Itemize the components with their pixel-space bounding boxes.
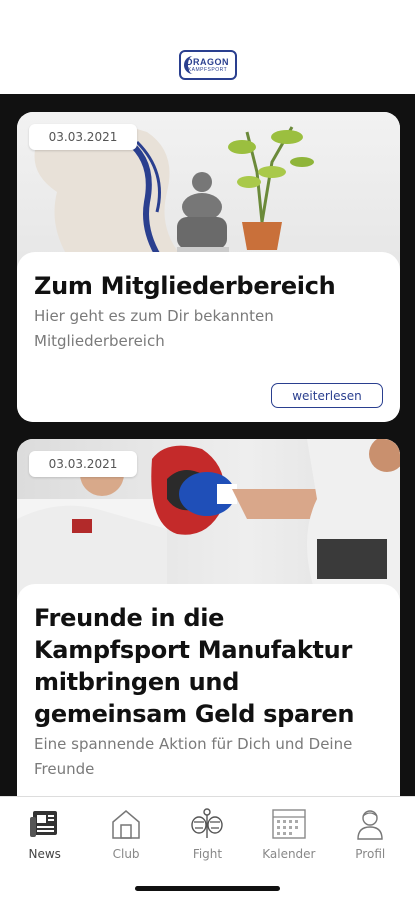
- bottom-tab-bar: News Club Fight Kalender Profil: [0, 796, 415, 900]
- news-feed[interactable]: 03.03.2021 Zum Mitgliederbereich Hier ge…: [0, 94, 415, 796]
- tab-profil[interactable]: Profil: [332, 807, 408, 900]
- newspaper-icon: [28, 807, 62, 841]
- app-header: DRAGON KAMPFSPORT: [0, 0, 415, 94]
- date-badge: 03.03.2021: [29, 124, 137, 150]
- card-excerpt: Hier geht es zum Dir bekannten Mitgliede…: [34, 307, 274, 350]
- dragon-logo[interactable]: DRAGON KAMPFSPORT: [178, 50, 237, 80]
- card-title[interactable]: Zum Mitgliederbereich: [34, 270, 383, 302]
- card-title[interactable]: Freunde in die Kampfsport Manufaktur mit…: [34, 602, 383, 730]
- tab-label: Profil: [355, 847, 386, 861]
- dragon-swoosh-icon: [183, 56, 196, 74]
- news-card[interactable]: 03.03.2021 Freunde in die Kampfsport Man…: [17, 439, 400, 796]
- tab-label: Club: [112, 847, 140, 861]
- card-excerpt: Eine spannende Aktion für Dich und Deine…: [34, 735, 353, 778]
- tab-label: News: [28, 847, 61, 861]
- tab-label: Kalender: [262, 847, 316, 861]
- tab-news[interactable]: News: [7, 807, 83, 900]
- tab-label: Fight: [192, 847, 223, 861]
- news-card[interactable]: 03.03.2021 Zum Mitgliederbereich Hier ge…: [17, 112, 400, 422]
- card-body: Zum Mitgliederbereich Hier geht es zum D…: [17, 252, 400, 422]
- card-body: Freunde in die Kampfsport Manufaktur mit…: [17, 584, 400, 796]
- read-more-button[interactable]: weiterlesen: [271, 383, 383, 408]
- home-indicator[interactable]: [135, 886, 280, 891]
- date-badge: 03.03.2021: [29, 451, 137, 477]
- house-icon: [109, 807, 143, 841]
- calendar-icon: [272, 807, 306, 841]
- person-icon: [353, 807, 387, 841]
- fighter-icon: [190, 807, 224, 841]
